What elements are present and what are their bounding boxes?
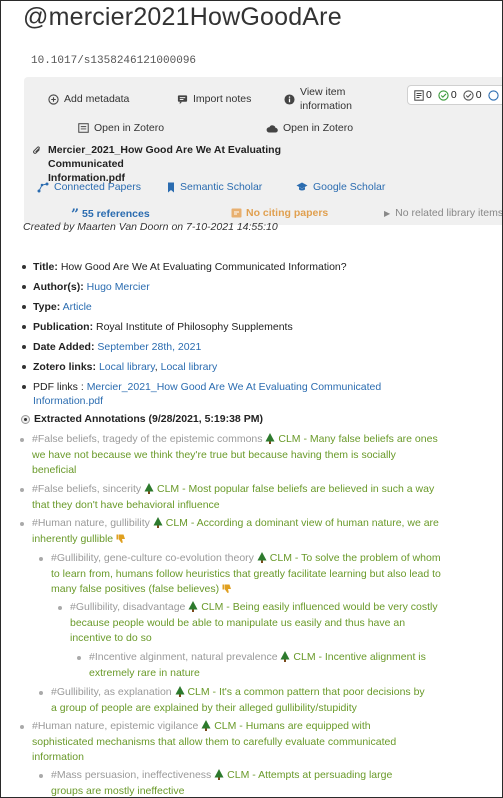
- view-item-info-line1: View item: [300, 86, 346, 98]
- info-icon: [284, 93, 295, 105]
- blue-count[interactable]: [487, 89, 499, 101]
- annotation-tags[interactable]: #Gullibility, gene-culture co-evolution …: [51, 552, 254, 564]
- thumbs-down-icon: [116, 534, 126, 543]
- graduation-cap-icon: [296, 182, 308, 191]
- view-item-info-line2: information: [300, 100, 352, 112]
- open-in-zotero-web-label: Open in Zotero: [283, 122, 354, 134]
- list-item: Zotero links: Local library, Local libra…: [21, 360, 491, 374]
- list-item: Title: How Good Are We At Evaluating Com…: [21, 260, 491, 274]
- google-scholar-link[interactable]: Google Scholar: [296, 181, 385, 193]
- connected-papers-link[interactable]: Connected Papers: [37, 181, 141, 193]
- author-link[interactable]: Hugo Mercier: [87, 281, 150, 293]
- type-link[interactable]: Article: [63, 301, 92, 313]
- local-library-link[interactable]: Local library: [99, 361, 155, 373]
- quote-icon: [231, 208, 242, 218]
- bullet-collapse-icon[interactable]: [21, 414, 30, 424]
- bookmark-icon: [168, 182, 174, 192]
- tree-icon: [188, 601, 198, 612]
- doi-text[interactable]: 10.1017/s1358246121000096: [31, 55, 196, 67]
- open-in-zotero-label: Open in Zotero: [94, 122, 165, 134]
- semantic-scholar-label: Semantic Scholar: [180, 181, 263, 193]
- thumbs-down-icon: [222, 584, 231, 593]
- annotation-tags[interactable]: #Mass persuasion, ineffectiveness: [51, 769, 211, 781]
- list-item: Date Added: September 28th, 2021: [21, 340, 491, 354]
- tree-icon: [214, 769, 224, 780]
- annotation-tags[interactable]: #False beliefs, sincerity: [32, 483, 141, 495]
- citing-papers[interactable]: No citing papers: [231, 207, 328, 219]
- check-circle-icon: [463, 89, 474, 101]
- annotation-counts: 0 0 0: [407, 85, 502, 105]
- related-items[interactable]: ▶ No related library items: [384, 207, 503, 219]
- plus-circle-icon: [48, 93, 59, 105]
- annotation-item: #Human nature, epistemic vigilance CLM -…: [20, 719, 427, 766]
- list-item: Publication: Royal Institute of Philosop…: [21, 320, 491, 334]
- tree-icon: [265, 433, 275, 444]
- annotation-tags[interactable]: #Human nature, epistemic vigilance: [32, 720, 198, 732]
- library-icon: [78, 123, 89, 133]
- references-label: 55 references: [81, 208, 150, 220]
- annotation-item: #Gullibility, gene-culture co-evolution …: [39, 551, 441, 598]
- tree-icon: [144, 483, 154, 494]
- circle-icon: [487, 89, 499, 101]
- open-in-zotero-web-button[interactable]: Open in Zotero: [266, 122, 353, 134]
- check-circle-icon: [438, 89, 449, 101]
- semantic-scholar-link[interactable]: Semantic Scholar: [167, 181, 262, 193]
- tree-icon: [280, 651, 290, 662]
- list-item: Author(s): Hugo Mercier: [21, 280, 491, 294]
- import-notes-button[interactable]: Import notes: [177, 93, 251, 105]
- add-metadata-label: Add metadata: [64, 93, 130, 105]
- annotation-item: #Mass persuasion, ineffectiveness CLM - …: [39, 768, 411, 797]
- annotation-item: #False beliefs, tragedy of the epistemic…: [20, 432, 442, 479]
- annotation-tags[interactable]: #Gullibility, as explanation: [51, 686, 172, 698]
- tree-icon: [257, 552, 267, 563]
- tree-icon: [201, 720, 211, 731]
- google-scholar-label: Google Scholar: [313, 181, 386, 193]
- attachment-line1: Mercier_2021_How Good Are We At Evaluati…: [48, 144, 282, 170]
- connected-papers-label: Connected Papers: [54, 181, 141, 193]
- cloud-icon: [266, 124, 278, 132]
- import-notes-label: Import notes: [193, 93, 252, 105]
- green-count[interactable]: 0: [438, 89, 457, 101]
- open-in-zotero-button[interactable]: Open in Zotero: [78, 122, 164, 134]
- caret-right-icon: ▶: [384, 208, 391, 218]
- local-library-link[interactable]: Local library: [161, 361, 218, 373]
- annotation-item: #Gullibility, as explanation CLM - It's …: [39, 685, 431, 716]
- annotation-item: #Incentive alginment, natural prevalence…: [77, 650, 434, 681]
- annotation-item: #Gullibility, disadvantage CLM - Being e…: [58, 600, 440, 647]
- page-title: @mercier2021HowGoodAre: [23, 3, 342, 31]
- list-item: PDF links : Mercier_2021_How Good Are We…: [21, 380, 491, 408]
- gray-count[interactable]: 0: [463, 89, 482, 101]
- annotation-item: #Human nature, gullibility CLM - Accordi…: [20, 516, 442, 547]
- comment-icon: [177, 94, 188, 104]
- related-label: No related library items: [395, 207, 503, 219]
- annotation-tags[interactable]: #Incentive alginment, natural prevalence: [89, 651, 278, 663]
- citing-label: No citing papers: [246, 207, 329, 219]
- connected-papers-icon: [37, 182, 49, 192]
- annotation-tags[interactable]: #Gullibility, disadvantage: [70, 601, 185, 613]
- view-item-info-button[interactable]: View item information: [284, 85, 352, 113]
- annotation-item: #False beliefs, sincerity CLM - Most pop…: [20, 482, 442, 513]
- notes-count[interactable]: 0: [414, 89, 432, 101]
- extracted-annotations-heading[interactable]: Extracted Annotations (9/28/2021, 5:19:3…: [21, 413, 263, 425]
- annotation-tags[interactable]: #False beliefs, tragedy of the epistemic…: [32, 433, 263, 445]
- paperclip-icon: [33, 146, 40, 154]
- list-item: Type: Article: [21, 300, 491, 314]
- date-link[interactable]: September 28th, 2021: [97, 341, 201, 353]
- extracted-label: Extracted Annotations (9/28/2021, 5:19:3…: [34, 413, 263, 425]
- add-metadata-button[interactable]: Add metadata: [48, 93, 129, 105]
- tree-icon: [153, 517, 163, 528]
- tree-icon: [175, 686, 185, 697]
- note-icon: [414, 89, 424, 101]
- annotation-tags[interactable]: #Human nature, gullibility: [32, 517, 150, 529]
- created-by-text: Created by Maarten Van Doorn on 7-10-202…: [23, 221, 278, 233]
- note-page: @mercier2021HowGoodAre 10.1017/s13582461…: [0, 0, 503, 798]
- metadata-list: Title: How Good Are We At Evaluating Com…: [21, 260, 491, 414]
